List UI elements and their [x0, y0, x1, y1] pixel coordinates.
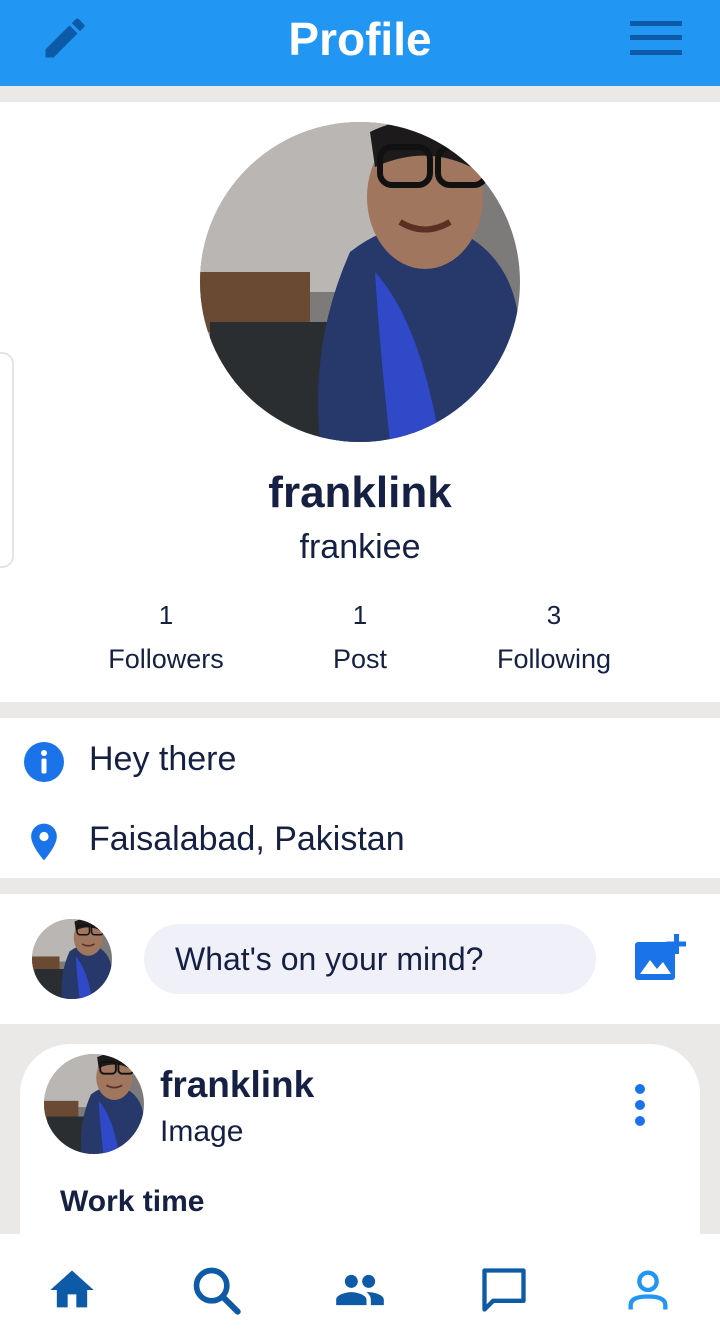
stat-posts-value: 1	[352, 600, 368, 630]
username: frankiee	[299, 528, 421, 566]
location-pin-icon	[22, 820, 66, 864]
bio-row: Hey there	[0, 730, 720, 790]
stat-posts-label: Post	[332, 644, 388, 674]
group-icon[interactable]	[334, 1264, 386, 1316]
stat-followers-label: Followers	[108, 644, 224, 674]
profile-card: franklink frankiee 1 Followers 1 Post 3 …	[0, 102, 720, 702]
profile-avatar[interactable]	[200, 122, 520, 442]
stat-following-value: 3	[546, 600, 562, 630]
app-bar: Profile	[0, 0, 720, 86]
whats-on-your-mind-input[interactable]: What's on your mind?	[144, 924, 596, 994]
hamburger-menu-icon[interactable]	[630, 20, 682, 56]
stat-following[interactable]: 3 Following	[464, 600, 644, 675]
more-vertical-icon[interactable]	[626, 1082, 654, 1128]
post-author-avatar[interactable]	[44, 1054, 144, 1154]
post-composer: What's on your mind?	[0, 894, 720, 1024]
info-icon	[22, 740, 66, 784]
add-photo-icon[interactable]	[632, 932, 686, 984]
stat-posts[interactable]: 1 Post	[270, 600, 450, 675]
post-type-label: Image	[160, 1115, 244, 1148]
bottom-navigation	[0, 1234, 720, 1342]
bio-text: Hey there	[89, 740, 237, 778]
post-caption: Work time	[60, 1185, 205, 1218]
location-text: Faisalabad, Pakistan	[89, 820, 405, 858]
about-card: Hey there Faisalabad, Pakistan	[0, 718, 720, 878]
post-author-name[interactable]: franklink	[160, 1064, 314, 1106]
stat-followers[interactable]: 1 Followers	[76, 600, 256, 675]
chat-icon[interactable]	[478, 1264, 530, 1316]
stat-following-label: Following	[496, 644, 612, 674]
side-drawer-handle[interactable]	[0, 352, 14, 568]
display-name: franklink	[268, 468, 452, 517]
home-icon[interactable]	[46, 1264, 98, 1316]
search-icon[interactable]	[190, 1264, 242, 1316]
composer-avatar	[32, 919, 112, 999]
stat-followers-value: 1	[158, 600, 174, 630]
profile-icon[interactable]	[622, 1264, 674, 1316]
page-title: Profile	[288, 13, 432, 65]
location-row: Faisalabad, Pakistan	[0, 810, 720, 870]
